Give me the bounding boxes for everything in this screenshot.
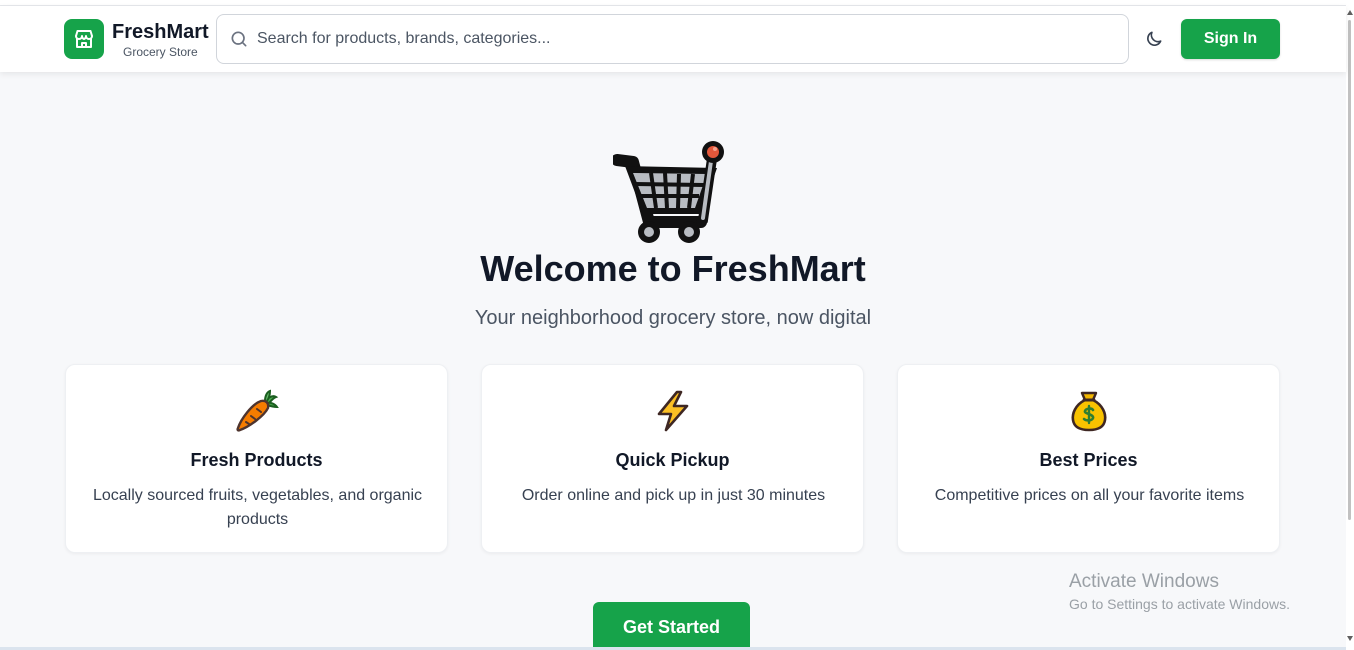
sign-in-button[interactable]: Sign In xyxy=(1181,19,1280,59)
search-bar[interactable] xyxy=(216,14,1129,64)
scroll-up-arrow-icon[interactable] xyxy=(1347,10,1353,15)
feature-card-best-prices: Best Prices Competitive prices on all yo… xyxy=(897,364,1280,553)
scrollbar-thumb[interactable] xyxy=(1348,20,1351,520)
scroll-down-arrow-icon[interactable] xyxy=(1347,636,1353,641)
windows-activation-watermark: Activate Windows Go to Settings to activ… xyxy=(1069,571,1290,614)
shopping-cart-icon xyxy=(613,141,724,243)
search-icon xyxy=(229,29,249,49)
storefront-icon xyxy=(75,30,93,48)
carrot-icon xyxy=(235,389,279,432)
get-started-button[interactable]: Get Started xyxy=(593,602,750,650)
feature-description: Competitive prices on all your favorite … xyxy=(934,487,1245,504)
lightning-icon xyxy=(657,390,688,432)
hero-subtitle: Your neighborhood grocery store, now dig… xyxy=(474,307,872,329)
page-scrollbar[interactable] xyxy=(1346,0,1354,650)
moon-icon xyxy=(1147,31,1162,46)
search-input[interactable] xyxy=(257,24,1117,54)
site-header: FreshMart Grocery Store Sign In xyxy=(0,6,1346,72)
brand-tagline: Grocery Store xyxy=(123,45,198,59)
feature-title: Best Prices xyxy=(1039,450,1138,470)
brand[interactable]: FreshMart Grocery Store xyxy=(112,20,209,59)
feature-card-fresh-products: Fresh Products Locally sourced fruits, v… xyxy=(65,364,448,553)
hero-title: Welcome to FreshMart xyxy=(480,248,866,289)
watermark-title: Activate Windows xyxy=(1069,571,1219,592)
store-logo[interactable] xyxy=(64,19,104,59)
feature-description: Locally sourced fruits, vegetables, and … xyxy=(92,487,423,528)
feature-card-quick-pickup: Quick Pickup Order online and pick up in… xyxy=(481,364,864,553)
dark-mode-toggle[interactable] xyxy=(1143,28,1165,50)
brand-name: FreshMart xyxy=(112,21,209,43)
feature-title: Quick Pickup xyxy=(615,450,730,470)
feature-title: Fresh Products xyxy=(190,450,323,470)
feature-description: Order online and pick up in just 30 minu… xyxy=(521,487,826,504)
watermark-subtitle: Go to Settings to activate Windows. xyxy=(1069,596,1290,612)
money-bag-icon xyxy=(1071,391,1106,432)
